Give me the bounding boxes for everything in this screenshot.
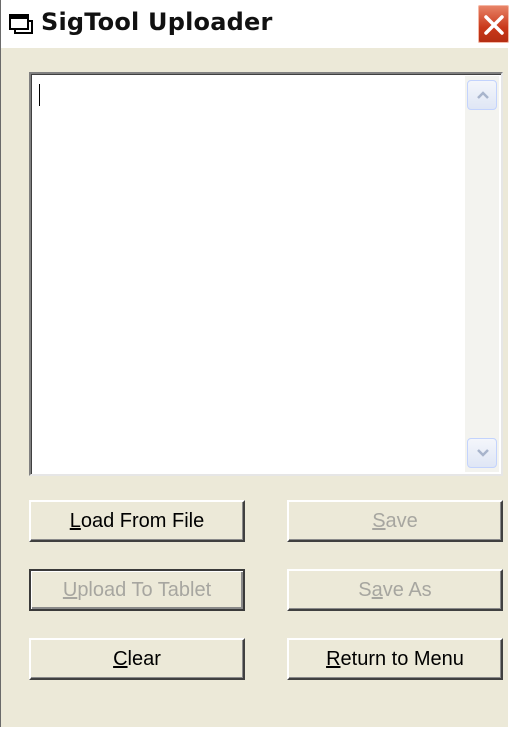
upload-to-tablet-button[interactable]: Upload To Tablet [29,569,245,611]
load-from-file-accel: L [69,509,81,532]
clear-button[interactable]: Clear [29,638,245,680]
save-as-label: ve As [382,578,432,601]
save-label: ave [385,509,418,532]
load-from-file-button[interactable]: Load From File [29,500,245,542]
return-to-menu-button[interactable]: Return to Menu [287,638,503,680]
close-icon [484,15,504,35]
uploader-window: SigTool Uploader Load From File S ave U … [0,0,509,727]
clear-label: lear [127,647,161,670]
save-as-accel: a [371,578,383,601]
save-accel: S [372,509,386,532]
window-title: SigTool Uploader [41,8,273,36]
vertical-scrollbar[interactable] [465,76,499,472]
save-as-button[interactable]: Sa ve As [287,569,503,611]
scroll-down-button[interactable] [467,438,497,468]
signature-text-area[interactable] [29,72,503,476]
app-window-icon [9,14,33,34]
text-caret [39,84,40,106]
save-as-prefix: S [358,578,372,601]
scroll-up-button[interactable] [467,80,497,110]
chevron-down-icon [477,449,489,457]
title-bar[interactable]: SigTool Uploader [1,0,509,48]
return-to-menu-label: eturn to Menu [340,647,464,670]
upload-to-tablet-accel: U [62,578,78,601]
load-from-file-label: oad From File [80,509,205,532]
save-button[interactable]: Save [287,500,503,542]
clear-accel: C [113,647,128,670]
chevron-up-icon [477,91,489,99]
close-button[interactable] [477,4,509,44]
upload-to-tablet-label: pload To Tablet [77,578,212,601]
return-to-menu-accel: R [326,647,341,670]
